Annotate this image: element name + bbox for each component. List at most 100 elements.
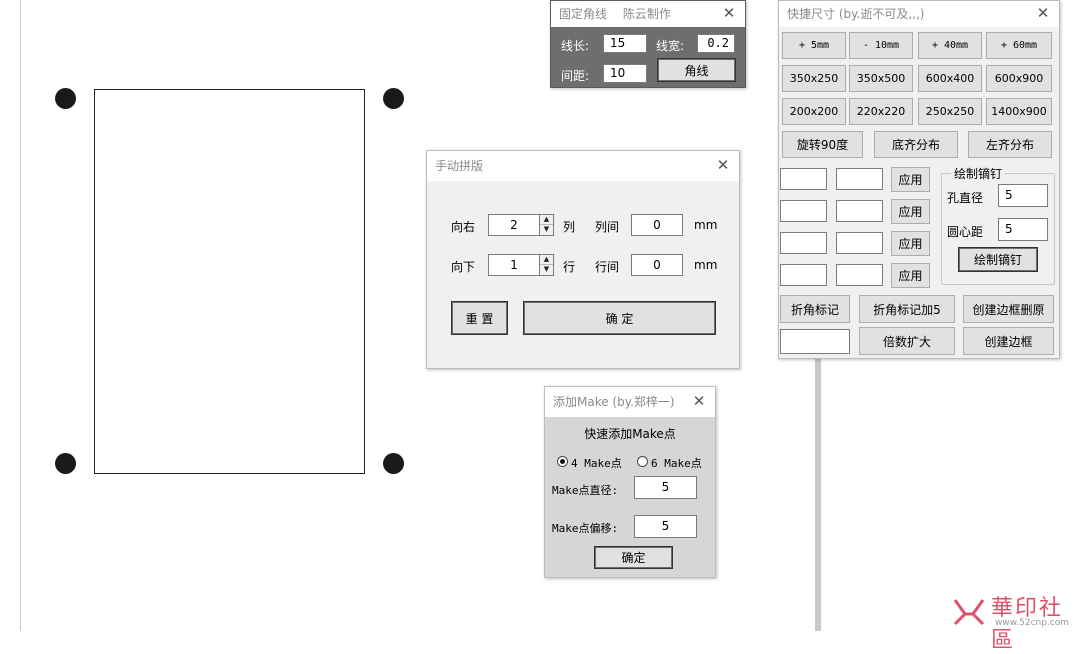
- spacing-input[interactable]: 10: [603, 64, 647, 83]
- radio-4-make-points[interactable]: [557, 456, 568, 467]
- apply-button-row1[interactable]: 应用: [891, 167, 930, 192]
- manual-layout-dialog: 手动拼版 ✕ 向右 2 ▲ ▼ 列 列间 0 mm 向下 1 ▲ ▼ 行 行间 …: [426, 150, 740, 369]
- width-input-row3[interactable]: [780, 232, 827, 254]
- size-plus-40mm-button[interactable]: + 40mm: [918, 32, 982, 59]
- close-icon[interactable]: ✕: [1035, 4, 1051, 22]
- width-input-row4[interactable]: [780, 264, 827, 286]
- make-point-top-right[interactable]: [383, 88, 404, 109]
- multiplier-input[interactable]: [780, 329, 850, 354]
- width-label: 线宽:: [656, 39, 685, 53]
- size-plus-60mm-button[interactable]: + 60mm: [986, 32, 1052, 59]
- manual-layout-titlebar: 手动拼版: [427, 151, 739, 181]
- add-make-dialog: 添加Make (by.郑梓一) ✕ 快速添加Make点 4 Make点 6 Ma…: [544, 386, 716, 578]
- columns-input[interactable]: 2: [488, 214, 540, 236]
- size-350x500-button[interactable]: 350x500: [849, 65, 913, 92]
- corner-line-dialog: 固定角线 陈云制作 ✕ 线长: 15 线宽: 0.2 间距: 10 角线: [550, 0, 746, 88]
- create-border-button[interactable]: 创建边框: [963, 327, 1054, 355]
- canvas-left-edge: [20, 0, 21, 631]
- close-icon[interactable]: ✕: [715, 156, 731, 174]
- size-plus-5mm-button[interactable]: + 5mm: [782, 32, 846, 59]
- make-offset-input[interactable]: 5: [634, 515, 697, 538]
- center-distance-input[interactable]: 5: [998, 218, 1048, 241]
- watermark-url: www.52cnp.com: [995, 618, 1070, 628]
- make-diameter-input[interactable]: 5: [634, 476, 697, 499]
- make-offset-label: Make点偏移:: [552, 522, 619, 535]
- close-icon[interactable]: ✕: [721, 4, 737, 22]
- right-label: 向右: [451, 220, 476, 234]
- make-point-top-left[interactable]: [55, 88, 76, 109]
- size-600x400-button[interactable]: 600x400: [918, 65, 982, 92]
- make-heading: 快速添加Make点: [584, 427, 676, 441]
- height-input-row3[interactable]: [836, 232, 883, 254]
- column-gap-unit: mm: [694, 218, 718, 232]
- draw-rivet-button[interactable]: 绘制镝钉: [958, 247, 1038, 272]
- size-1400x900-button[interactable]: 1400x900: [986, 98, 1052, 125]
- make-point-bottom-right[interactable]: [383, 453, 404, 474]
- row-gap-label: 行间: [595, 260, 620, 274]
- add-make-title: 添加Make (by.郑梓一): [553, 395, 675, 409]
- row-gap-unit: mm: [694, 258, 718, 272]
- length-input[interactable]: 15: [603, 34, 647, 53]
- hole-diameter-label: 孔直径: [947, 191, 984, 205]
- width-input[interactable]: 0.2: [697, 34, 735, 53]
- make-diameter-label: Make点直径:: [552, 484, 619, 497]
- spin-up-icon[interactable]: ▲: [540, 255, 553, 265]
- column-gap-label: 列间: [595, 220, 620, 234]
- fold-mark-plus5-button[interactable]: 折角标记加5: [859, 295, 955, 323]
- length-label: 线长:: [561, 39, 590, 53]
- quick-size-titlebar: 快捷尺寸 (by.逝不可及,,,): [779, 1, 1059, 27]
- row-unit-label: 行: [563, 260, 576, 274]
- row-gap-input[interactable]: 0: [631, 254, 683, 276]
- size-350x250-button[interactable]: 350x250: [782, 65, 846, 92]
- add-make-titlebar: 添加Make (by.郑梓一): [545, 387, 715, 417]
- artwork-rectangle[interactable]: [94, 89, 365, 474]
- corner-dialog-author: 陈云制作: [622, 7, 671, 21]
- column-gap-input[interactable]: 0: [631, 214, 683, 236]
- apply-button-row2[interactable]: 应用: [891, 199, 930, 224]
- corner-line-button[interactable]: 角线: [657, 58, 736, 82]
- quick-size-title: 快捷尺寸 (by.逝不可及,,,): [787, 7, 925, 21]
- confirm-button[interactable]: 确 定: [523, 301, 716, 335]
- size-200x200-button[interactable]: 200x200: [782, 98, 846, 125]
- column-unit-label: 列: [563, 220, 576, 234]
- rows-input[interactable]: 1: [488, 254, 540, 276]
- watermark-logo: 華印社區 www.52cnp.com: [951, 590, 1079, 653]
- rotate-90-button[interactable]: 旋转90度: [782, 131, 863, 158]
- corner-dialog-titlebar: 固定角线 陈云制作: [551, 1, 745, 27]
- size-600x900-button[interactable]: 600x900: [986, 65, 1052, 92]
- apply-button-row4[interactable]: 应用: [891, 263, 930, 288]
- width-input-row2[interactable]: [780, 200, 827, 222]
- multiply-enlarge-button[interactable]: 倍数扩大: [859, 327, 955, 355]
- reset-button[interactable]: 重 置: [451, 301, 508, 335]
- columns-spinner[interactable]: ▲ ▼: [540, 214, 554, 236]
- size-220x220-button[interactable]: 220x220: [849, 98, 913, 125]
- radio-6-make-points[interactable]: [637, 456, 648, 467]
- option-6-label: 6 Make点: [651, 457, 702, 470]
- width-input-row1[interactable]: [780, 168, 827, 190]
- close-icon[interactable]: ✕: [691, 392, 707, 410]
- down-label: 向下: [451, 260, 476, 274]
- center-distance-label: 圆心距: [947, 225, 984, 239]
- make-ok-button[interactable]: 确定: [594, 546, 673, 569]
- height-input-row2[interactable]: [836, 200, 883, 222]
- create-border-delete-original-button[interactable]: 创建边框删原: [963, 295, 1054, 323]
- manual-layout-title: 手动拼版: [435, 159, 484, 173]
- spin-down-icon[interactable]: ▼: [540, 225, 553, 235]
- size-minus-10mm-button[interactable]: - 10mm: [849, 32, 913, 59]
- hole-diameter-input[interactable]: 5: [998, 184, 1048, 207]
- spacing-label: 间距:: [561, 69, 590, 83]
- left-align-distribute-button[interactable]: 左齐分布: [968, 131, 1052, 158]
- fold-mark-button[interactable]: 折角标记: [780, 295, 850, 323]
- option-4-label: 4 Make点: [571, 457, 622, 470]
- height-input-row1[interactable]: [836, 168, 883, 190]
- size-250x250-button[interactable]: 250x250: [918, 98, 982, 125]
- rivet-group-title: 绘制镝钉: [951, 165, 1006, 182]
- apply-button-row3[interactable]: 应用: [891, 231, 930, 256]
- rows-spinner[interactable]: ▲ ▼: [540, 254, 554, 276]
- bottom-align-distribute-button[interactable]: 底齐分布: [874, 131, 958, 158]
- height-input-row4[interactable]: [836, 264, 883, 286]
- spin-up-icon[interactable]: ▲: [540, 215, 553, 225]
- make-point-bottom-left[interactable]: [55, 453, 76, 474]
- watermark-emblem-icon: [953, 599, 985, 626]
- spin-down-icon[interactable]: ▼: [540, 265, 553, 275]
